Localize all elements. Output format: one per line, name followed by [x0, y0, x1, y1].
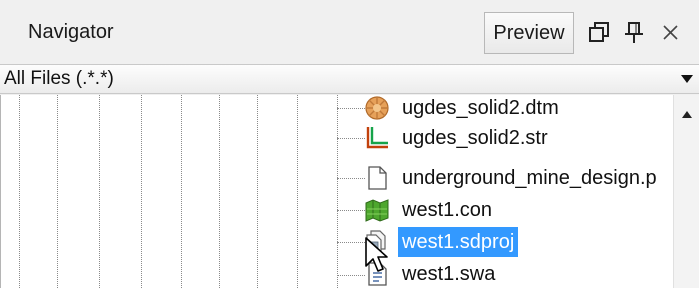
preview-button[interactable]: Preview [484, 12, 574, 54]
file-name[interactable]: west1.con [398, 195, 496, 225]
mouse-pointer-icon [364, 236, 390, 276]
file-item[interactable]: ugdes_solid2.str [1, 123, 673, 153]
file-name[interactable]: west1.sdproj [398, 227, 519, 257]
file-name[interactable]: west1.swa [398, 259, 499, 288]
file-filter-dropdown[interactable]: All Files (.*.*) [0, 64, 699, 94]
float-window-icon[interactable] [584, 16, 614, 50]
file-name[interactable]: ugdes_solid2.str [398, 123, 552, 153]
file-tree[interactable]: ugdes_solid2.dtm ugdes_solid2.str underg… [0, 95, 673, 288]
close-icon[interactable] [656, 16, 686, 50]
pin-icon[interactable] [619, 16, 649, 50]
scroll-up-arrow-icon[interactable] [682, 111, 692, 118]
navigator-panel: Navigator Preview All Files (.*.*) ugdes… [0, 0, 699, 288]
file-item[interactable]: west1.sdproj [1, 227, 673, 257]
vertical-scrollbar[interactable] [673, 95, 699, 288]
dtm-file-icon [364, 95, 390, 121]
navigator-title-bar: Navigator Preview [0, 0, 699, 62]
document-file-icon [364, 165, 390, 191]
con-file-icon [364, 197, 390, 223]
file-item[interactable]: west1.swa [1, 259, 673, 288]
file-name[interactable]: underground_mine_design.p [398, 163, 661, 193]
file-filter-value: All Files (.*.*) [4, 68, 114, 89]
file-name[interactable]: ugdes_solid2.dtm [398, 95, 563, 123]
file-item[interactable]: underground_mine_design.p [1, 163, 673, 193]
str-file-icon [364, 125, 390, 151]
file-item[interactable]: west1.con [1, 195, 673, 225]
panel-title: Navigator [28, 21, 114, 43]
chevron-down-icon[interactable] [681, 75, 693, 83]
file-item[interactable]: ugdes_solid2.dtm [1, 95, 673, 123]
